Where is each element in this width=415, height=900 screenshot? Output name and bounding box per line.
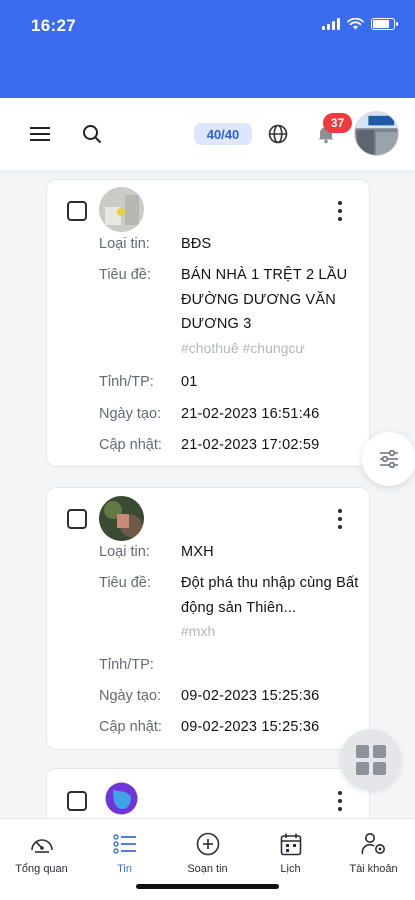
hashtags: #chothuê #chungcư <box>181 340 305 356</box>
info-row: Ngày tạo: 21-02-2023 16:51:46 <box>99 402 359 427</box>
post-card[interactable]: Loại tin: MXH Tiêu đề: Đột phá thu nhập … <box>46 487 370 750</box>
field-label: Loại tin: <box>99 236 150 252</box>
field-value: BĐS <box>181 236 212 252</box>
info-row: Tiêu đề: BÁN NHÀ 1 TRỆT 2 LẦU ĐƯỜNG DƯƠN… <box>99 263 359 337</box>
post-list: Loại tin: BĐS Tiêu đề: BÁN NHÀ 1 TRỆT 2 … <box>0 170 415 818</box>
user-avatar[interactable] <box>354 111 399 156</box>
field-value: BÁN NHÀ 1 TRỆT 2 LẦU ĐƯỜNG DƯƠNG VĂN DƯƠ… <box>181 267 348 332</box>
nav-overview[interactable]: Tổng quan <box>0 831 83 875</box>
cellular-signal-icon <box>322 18 340 30</box>
select-checkbox[interactable] <box>67 509 87 529</box>
field-value: 21-02-2023 16:51:46 <box>181 406 320 422</box>
post-count-badge[interactable]: 40/40 <box>194 123 252 145</box>
info-row: Cập nhật: 21-02-2023 17:02:59 <box>99 433 359 458</box>
field-label: Tỉnh/TP: <box>99 374 154 390</box>
notification-count-badge[interactable]: 37 <box>323 113 352 133</box>
sliders-icon <box>380 449 398 469</box>
nav-compose[interactable]: Soạn tin <box>166 831 249 875</box>
wifi-icon <box>347 18 364 30</box>
filter-button[interactable] <box>362 432 415 486</box>
status-icons <box>322 18 398 30</box>
home-indicator <box>136 884 279 889</box>
account-settings-icon <box>360 831 387 857</box>
field-label: Tiêu đề: <box>99 575 151 591</box>
menu-icon[interactable] <box>28 122 52 146</box>
post-avatar <box>99 187 144 232</box>
info-row: Ngày tạo: 09-02-2023 15:25:36 <box>99 684 359 709</box>
nav-label: Tin <box>117 863 132 875</box>
field-label: Tiêu đề: <box>99 267 151 283</box>
top-toolbar: 40/40 37 <box>0 98 415 170</box>
nav-label: Tài khoản <box>349 863 398 875</box>
field-value: Đột phá thu nhập cùng Bất động sản Thiên… <box>181 575 359 616</box>
list-icon <box>112 831 138 857</box>
field-label: Ngày tạo: <box>99 688 162 704</box>
info-row: Tiêu đề: Đột phá thu nhập cùng Bất động … <box>99 571 359 620</box>
field-label: Ngày tạo: <box>99 406 162 422</box>
info-row: Tỉnh/TP: <box>99 653 359 678</box>
info-row: Loại tin: BĐS <box>99 232 359 257</box>
field-label: Loại tin: <box>99 544 150 560</box>
field-value: MXH <box>181 544 214 560</box>
plus-circle-icon <box>195 831 221 857</box>
post-avatar <box>99 496 144 541</box>
field-value <box>181 653 359 678</box>
nav-calendar[interactable]: Lịch <box>249 831 332 875</box>
globe-icon[interactable] <box>266 122 290 146</box>
field-value: 21-02-2023 17:02:59 <box>181 437 320 453</box>
field-label: Cập nhật: <box>99 437 162 453</box>
hashtags: #mxh <box>181 623 216 639</box>
nav-account[interactable]: Tài khoản <box>332 831 415 875</box>
nav-label: Tổng quan <box>15 863 68 875</box>
calendar-icon <box>278 831 304 857</box>
more-options-icon[interactable] <box>337 201 343 221</box>
more-options-icon[interactable] <box>337 509 343 529</box>
status-bar: 16:27 <box>0 0 415 98</box>
more-options-icon[interactable] <box>337 791 343 811</box>
status-time: 16:27 <box>31 16 76 35</box>
info-row: Loại tin: MXH <box>99 540 359 565</box>
select-checkbox[interactable] <box>67 201 87 221</box>
field-value: 01 <box>181 374 198 390</box>
select-checkbox[interactable] <box>67 791 87 811</box>
field-value: 09-02-2023 15:25:36 <box>181 719 320 735</box>
nav-label: Soạn tin <box>187 863 228 875</box>
nav-posts[interactable]: Tin <box>83 831 166 875</box>
post-avatar <box>105 782 138 815</box>
nav-label: Lịch <box>280 863 301 875</box>
post-card[interactable] <box>46 768 370 818</box>
field-label: Cập nhật: <box>99 719 162 735</box>
info-row: Cập nhật: 09-02-2023 15:25:36 <box>99 715 359 740</box>
field-value: 09-02-2023 15:25:36 <box>181 688 320 704</box>
grid-menu-button[interactable] <box>340 729 401 790</box>
field-label: Tỉnh/TP: <box>99 657 154 673</box>
gauge-icon <box>29 831 55 857</box>
post-card[interactable]: Loại tin: BĐS Tiêu đề: BÁN NHÀ 1 TRỆT 2 … <box>46 179 370 467</box>
search-icon[interactable] <box>80 122 104 146</box>
info-row: Tỉnh/TP: 01 <box>99 370 359 395</box>
battery-icon <box>371 18 398 30</box>
